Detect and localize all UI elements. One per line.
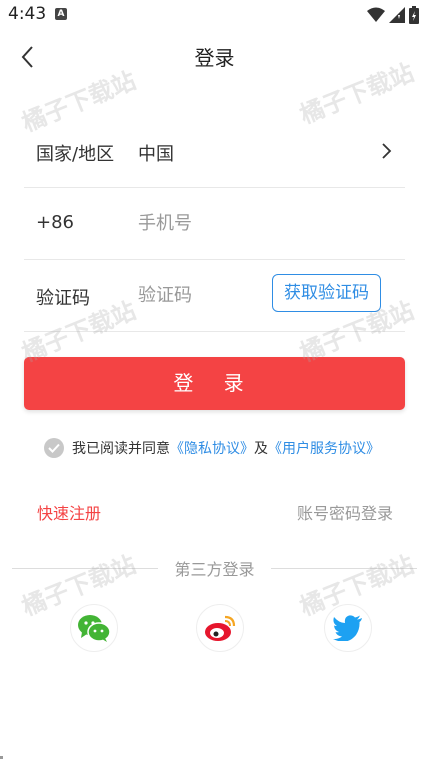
code-label: 验证码: [36, 288, 90, 309]
battery-icon: [409, 6, 419, 24]
wifi-icon: [367, 7, 385, 22]
wechat-login-button[interactable]: [70, 604, 118, 652]
agreement-row: 我已阅读并同意 《隐私协议》 及 《用户服务协议》: [44, 438, 380, 458]
region-value: 中国: [138, 144, 174, 165]
page-title: 登录: [194, 46, 235, 70]
notification-icon: A: [55, 8, 67, 20]
privacy-link[interactable]: 《隐私协议》: [170, 438, 254, 458]
divider-line-right: [271, 568, 417, 569]
weibo-login-button[interactable]: [196, 604, 244, 652]
code-row: 验证码 获取验证码: [24, 260, 405, 332]
password-login-link[interactable]: 账号密码登录: [297, 500, 393, 524]
code-input[interactable]: [138, 278, 268, 312]
region-label: 国家/地区: [36, 144, 115, 165]
wechat-icon: [78, 615, 111, 642]
chevron-right-icon[interactable]: [379, 142, 393, 160]
get-code-button[interactable]: 获取验证码: [272, 274, 381, 312]
agreement-prefix: 我已阅读并同意: [72, 441, 170, 457]
status-icons: [367, 6, 419, 24]
status-bar: 4:43 A: [0, 0, 429, 30]
bottom-dot: [0, 756, 3, 759]
quick-register-link[interactable]: 快速注册: [37, 500, 101, 524]
phone-prefix: +86: [36, 212, 74, 233]
twitter-login-button[interactable]: [324, 604, 372, 652]
agree-checkbox[interactable]: [44, 438, 64, 458]
third-party-divider: 第三方登录: [12, 556, 417, 580]
login-button[interactable]: 登 录: [24, 357, 405, 410]
service-link[interactable]: 《用户服务协议》: [268, 438, 380, 458]
twitter-icon: [333, 615, 362, 641]
check-icon: [48, 443, 60, 453]
weibo-icon: [205, 615, 236, 641]
agreement-conj: 及: [254, 441, 268, 457]
signal-icon: [389, 7, 405, 23]
phone-input[interactable]: [138, 206, 268, 240]
title-bar: 登录: [0, 30, 429, 82]
status-time: 4:43: [8, 4, 47, 24]
phone-row: +86: [24, 188, 405, 260]
region-row[interactable]: 国家/地区 中国: [24, 116, 405, 188]
